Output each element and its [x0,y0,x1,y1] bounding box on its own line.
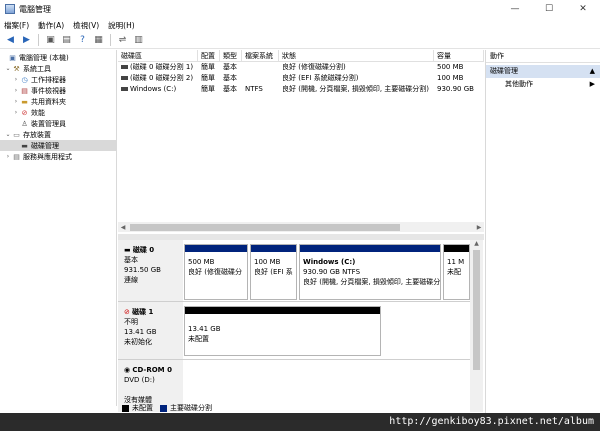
window-title: 電腦管理 [19,4,51,14]
volume-icon [121,76,128,80]
device-manager-icon: ♙ [21,119,28,128]
tree-event-viewer[interactable]: › ▤ 事件檢視器 [0,85,116,96]
computer-management-icon [5,4,15,14]
maximize-button[interactable]: ☐ [532,0,566,18]
menu-help[interactable]: 說明(H) [108,20,135,31]
tree-services[interactable]: › ▤ 服務與應用程式 [0,151,116,162]
tree-performance[interactable]: › ⊘ 效能 [0,107,116,118]
actions-section-disk-management[interactable]: 磁碟管理 ▲ [486,65,600,78]
col-status[interactable]: 狀態 [279,50,434,61]
volume-list-header: 磁碟區 配置 類型 檔案系統 狀態 容量 [118,50,484,62]
expand-icon[interactable]: › [4,153,12,160]
view-icon[interactable]: ▥ [132,34,145,47]
vertical-scrollbar[interactable]: ▲ [470,240,483,412]
submenu-arrow-icon: ▶ [589,80,595,88]
col-type[interactable]: 類型 [220,50,242,61]
col-capacity[interactable]: 容量 [434,50,484,61]
expand-icon[interactable]: › [12,109,20,116]
console-tree-icon[interactable]: ▤ [60,34,73,47]
partition-unallocated-small[interactable]: 11 M 未配 [443,244,470,300]
disk-1-label[interactable]: ⊘ 磁碟 1 不明 13.41 GB 未初始化 [118,302,183,359]
primary-partition-swatch [160,404,167,412]
actions-header: 動作 [486,50,600,63]
expand-icon[interactable]: › [12,76,20,83]
scroll-left-icon[interactable]: ◀ [118,224,128,231]
storage-icon: ▭ [13,130,20,139]
table-row[interactable]: (磁碟 0 磁碟分割 2) 簡單 基本 良好 (EFI 系統磁碟分割) 100 … [118,73,484,84]
shared-folder-icon: ▬ [21,97,28,106]
scroll-up-icon[interactable]: ▲ [470,240,483,250]
scrollbar-thumb[interactable] [130,223,400,231]
partition-recovery[interactable]: 500 MB 良好 (修復磁碟分 [184,244,248,300]
title-bar: 電腦管理 — ☐ ✕ [0,0,600,18]
col-volume[interactable]: 磁碟區 [118,50,198,61]
collapse-section-icon[interactable]: ▲ [590,65,595,78]
unallocated-swatch [122,404,129,412]
table-row[interactable]: Windows (C:) 簡單 基本 NTFS 良好 (開機, 分頁檔案, 損毀… [118,84,484,95]
tree-device-manager[interactable]: ♙ 裝置管理員 [0,118,116,129]
scrollbar-thumb[interactable] [473,250,480,370]
disk-icon: ▬ [21,141,28,150]
menu-bar: 檔案(F) 動作(A) 檢視(V) 說明(H) [0,18,600,32]
window-controls: — ☐ ✕ [498,0,600,18]
disk-graphical-view: ▬ 磁碟 0 基本 931.50 GB 連線 500 MB 良好 (修復磁碟分 … [118,240,470,412]
col-layout[interactable]: 配置 [198,50,220,61]
console-tree: ▣ 電腦管理 (本機) ⌄ ⚒ 系統工具 › ◷ 工作排程器 › ▤ 事件檢視器… [0,50,117,406]
close-button[interactable]: ✕ [566,0,600,18]
table-row[interactable]: (磁碟 0 磁碟分割 1) 簡單 基本 良好 (修復磁碟分割) 500 MB [118,62,484,73]
tree-task-scheduler[interactable]: › ◷ 工作排程器 [0,74,116,85]
up-folder-icon[interactable]: ▣ [44,34,57,47]
expand-icon[interactable]: › [12,98,20,105]
partition-efi[interactable]: 100 MB 良好 (EFI 系 [250,244,297,300]
toolbar: ◀ ▶ ▣ ▤ ? ▦ ⇌ ▥ [0,32,600,49]
toolbar-separator [38,34,39,46]
tree-storage[interactable]: ⌄ ▭ 存放裝置 [0,129,116,140]
menu-action[interactable]: 動作(A) [38,20,64,31]
more-actions-item[interactable]: 其他動作 ▶ [486,78,600,90]
watermark: http://genkiboy83.pixnet.net/album [0,413,600,431]
partition-disk1-unallocated[interactable]: 13.41 GB 未配置 [184,306,381,356]
disk-icon: ▬ [124,246,133,254]
collapse-icon[interactable]: ⌄ [4,131,12,138]
forward-arrow-icon[interactable]: ▶ [20,34,33,47]
horizontal-scrollbar[interactable]: ◀ ▶ [118,222,484,232]
expand-icon[interactable]: › [12,87,20,94]
tree-root[interactable]: ▣ 電腦管理 (本機) [0,52,116,63]
help-icon[interactable]: ? [76,34,89,47]
tools-icon: ⚒ [13,64,20,73]
toolbar-separator [110,34,111,46]
actions-pane: 動作 磁碟管理 ▲ 其他動作 ▶ [485,50,600,431]
computer-icon: ▣ [9,53,16,62]
clock-icon: ◷ [21,75,28,84]
connect-icon[interactable]: ⇌ [116,34,129,47]
menu-file[interactable]: 檔案(F) [4,20,29,31]
disk-0-row: ▬ 磁碟 0 基本 931.50 GB 連線 500 MB 良好 (修復磁碟分 … [118,240,470,302]
services-icon: ▤ [13,152,20,161]
scroll-right-icon[interactable]: ▶ [474,224,484,231]
collapse-icon[interactable]: ⌄ [4,65,12,72]
disk-0-label[interactable]: ▬ 磁碟 0 基本 931.50 GB 連線 [118,240,183,301]
back-arrow-icon[interactable]: ◀ [4,34,17,47]
partition-windows-c[interactable]: Windows (C:) 930.90 GB NTFS 良好 (開機, 分頁檔案… [299,244,441,300]
volume-list: 磁碟區 配置 類型 檔案系統 狀態 容量 (磁碟 0 磁碟分割 1) 簡單 基本… [118,50,484,233]
tree-shared-folders[interactable]: › ▬ 共用資料夾 [0,96,116,107]
tree-system-tools[interactable]: ⌄ ⚒ 系統工具 [0,63,116,74]
col-filesystem[interactable]: 檔案系統 [242,50,279,61]
menu-view[interactable]: 檢視(V) [73,20,99,31]
tree-disk-management[interactable]: ▬ 磁碟管理 [0,140,116,151]
volume-icon [121,65,128,69]
properties-icon[interactable]: ▦ [92,34,105,47]
disk-1-row: ⊘ 磁碟 1 不明 13.41 GB 未初始化 13.41 GB 未配置 [118,302,470,360]
performance-icon: ⊘ [21,108,28,117]
event-viewer-icon: ▤ [21,86,28,95]
uninitialized-disk-icon: ⊘ [124,308,133,316]
legend: 未配置 主要磁碟分割 [118,404,470,412]
volume-icon [121,87,128,91]
minimize-button[interactable]: — [498,0,532,18]
